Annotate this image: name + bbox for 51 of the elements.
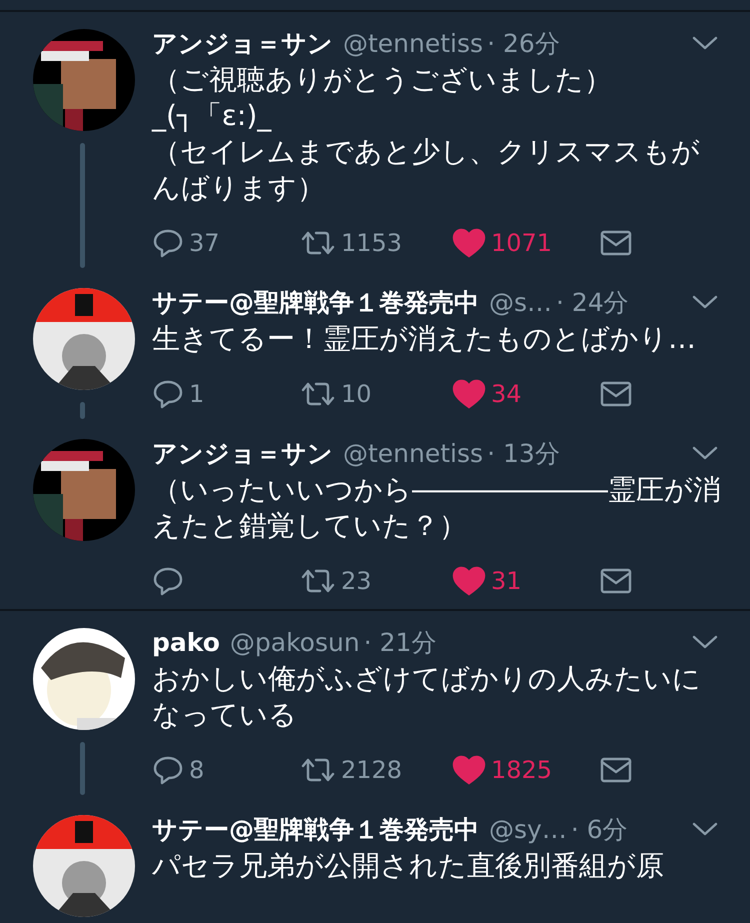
caret-icon[interactable] — [692, 445, 718, 461]
reply-button[interactable]: 37 — [152, 228, 220, 258]
speech-bubble-icon — [152, 755, 184, 785]
speech-bubble-icon — [152, 566, 184, 596]
user-name[interactable]: pako — [152, 628, 220, 656]
tweet-text: （いったいいつから―――――――霊圧が消えたと錯覚していた？） — [152, 472, 722, 544]
reply-button[interactable]: 1 — [152, 379, 204, 409]
tweet-text: （ご視聴ありがとうございました） _(┐「ε:)_ （セイレムまであと少し、クリスマスもがんばります） — [152, 62, 701, 206]
thread-line — [80, 402, 85, 419]
user-handle[interactable]: @s… — [489, 288, 552, 316]
tweet-time: · 26分 — [487, 28, 560, 60]
caret-icon[interactable] — [692, 821, 718, 837]
tweet-text: 生きてるー！霊圧が消えたものとばかり… — [152, 321, 697, 357]
tweet-time: · 13分 — [487, 438, 560, 470]
tweet-text: おかしい俺がふざけてばかりの人みたいになっている — [152, 661, 702, 733]
user-handle[interactable]: @tennetiss — [343, 28, 484, 58]
speech-bubble-icon — [152, 379, 184, 409]
user-handle[interactable]: @tennetiss — [343, 438, 484, 468]
retweet-button[interactable]: 10 — [300, 379, 372, 409]
heart-icon — [452, 755, 486, 785]
caret-icon[interactable] — [692, 294, 718, 310]
like-button[interactable]: 31 — [452, 566, 522, 596]
like-button[interactable]: 1071 — [452, 228, 552, 258]
retweet-button[interactable]: 23 — [300, 566, 372, 596]
heart-icon — [452, 379, 486, 409]
retweet-button[interactable]: 2128 — [300, 755, 402, 785]
caret-icon[interactable] — [692, 35, 718, 51]
tweet-time: · 6分 — [570, 814, 628, 846]
user-handle[interactable]: @sy… — [489, 814, 567, 844]
speech-bubble-icon — [152, 228, 184, 258]
mail-icon[interactable] — [600, 230, 632, 256]
mail-icon[interactable] — [600, 757, 632, 783]
user-name[interactable]: サテー@聖牌戦争１巻発売中 — [152, 812, 479, 846]
user-name[interactable]: アンジョ＝サン — [152, 26, 333, 60]
reply-button[interactable] — [152, 566, 184, 596]
retweet-button[interactable]: 1153 — [300, 228, 402, 258]
heart-icon — [452, 228, 486, 258]
like-button[interactable]: 34 — [452, 379, 522, 409]
user-name[interactable]: アンジョ＝サン — [152, 436, 333, 470]
thread-line — [80, 742, 85, 795]
like-button[interactable]: 1825 — [452, 755, 552, 785]
mail-icon[interactable] — [600, 568, 632, 594]
user-name[interactable]: サテー@聖牌戦争１巻発売中 — [152, 286, 479, 318]
reply-button[interactable]: 8 — [152, 755, 204, 785]
caret-icon[interactable] — [692, 634, 718, 650]
mail-icon[interactable] — [600, 381, 632, 407]
tweet-text: パセラ兄弟が公開された直後別番組が原 — [152, 848, 665, 884]
tweet-time: · 24分 — [556, 286, 629, 318]
user-handle[interactable]: @pakosun — [230, 628, 360, 656]
heart-icon — [452, 566, 486, 596]
tweet-time: · 21分 — [364, 626, 436, 658]
